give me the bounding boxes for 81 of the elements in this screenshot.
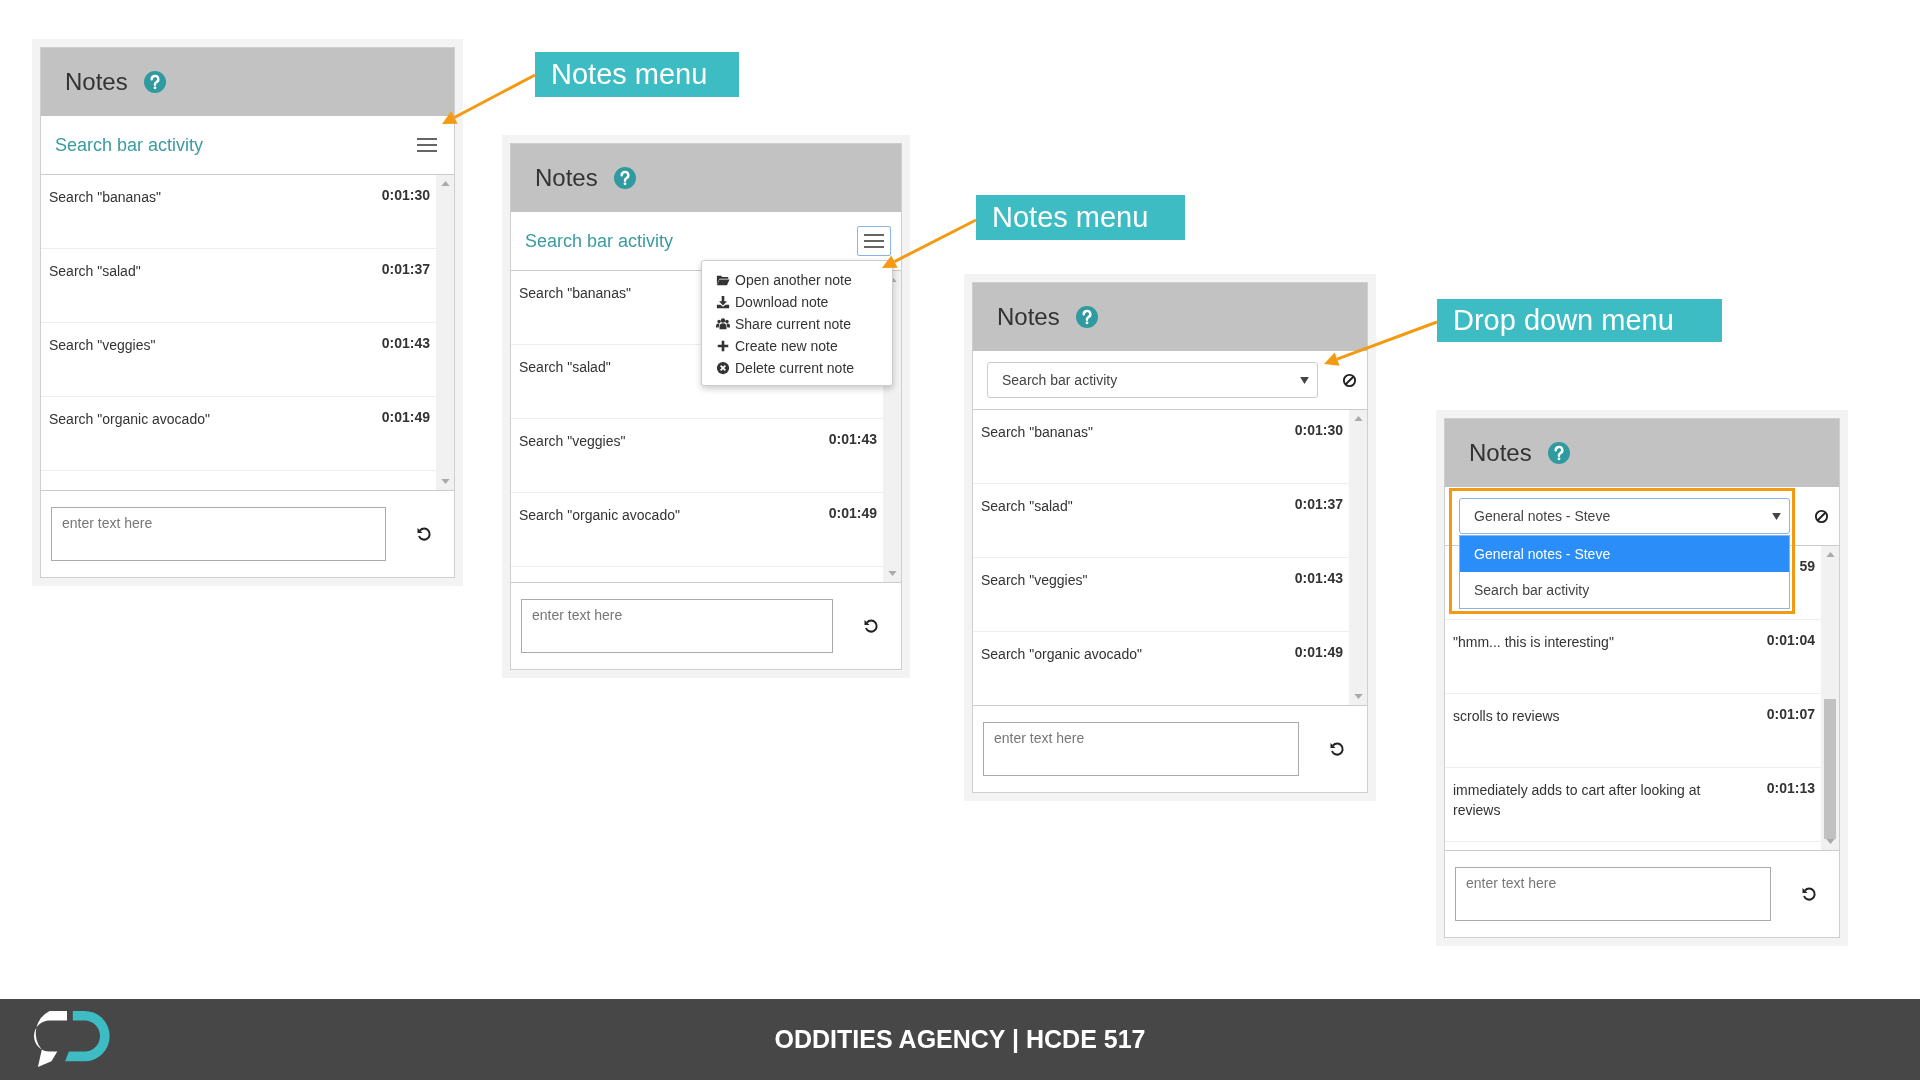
callout-label: Notes menu xyxy=(976,195,1185,240)
note-text: "hmm... this is interesting" xyxy=(1453,633,1614,652)
scrollbar[interactable] xyxy=(436,175,454,490)
timestamp: 59 xyxy=(1799,558,1815,574)
note-text: Search "organic avocado" xyxy=(519,506,680,525)
timestamp: 0:01:37 xyxy=(1294,496,1343,512)
note-text: Search "veggies" xyxy=(519,432,626,451)
help-icon[interactable] xyxy=(613,167,636,189)
note-input[interactable]: enter text here xyxy=(1455,867,1771,921)
help-icon[interactable] xyxy=(1547,442,1570,464)
menu-button[interactable] xyxy=(857,226,891,256)
menu-item[interactable]: Share current note xyxy=(716,313,892,335)
note-title: Search bar activity xyxy=(55,134,205,156)
timestamp: 0:01:30 xyxy=(381,187,430,203)
download-icon xyxy=(716,295,730,309)
menu-icon xyxy=(864,234,884,248)
clear-icon[interactable] xyxy=(1814,508,1829,524)
note-text: Search "veggies" xyxy=(981,571,1088,590)
note-text: Search "salad" xyxy=(49,262,141,281)
refresh-icon[interactable] xyxy=(1329,741,1345,757)
timestamp: 0:01:43 xyxy=(1294,570,1343,586)
note-text: immediately adds to cart after looking at reviews xyxy=(1453,781,1702,821)
note-text: Search "salad" xyxy=(519,358,611,377)
note-text: Search "organic avocado" xyxy=(49,410,210,429)
scrollbar[interactable] xyxy=(1349,410,1367,705)
timestamp: 0:01:49 xyxy=(381,409,430,425)
panel-title: Notes xyxy=(1469,439,1532,467)
timestamp: 0:01:13 xyxy=(1766,780,1815,796)
x-circle-icon xyxy=(716,361,730,375)
note-text: Search "bananas" xyxy=(519,284,631,303)
caret-icon xyxy=(1300,376,1309,384)
footer-title: ODDITIES AGENCY | HCDE 517 xyxy=(774,1025,1146,1054)
dropdown-option[interactable]: Search bar activity xyxy=(1460,572,1789,608)
timestamp: 0:01:04 xyxy=(1766,632,1815,648)
menu-item[interactable]: Download note xyxy=(716,291,892,313)
note-text: scrolls to reviews xyxy=(1453,707,1560,726)
panel-title: Notes xyxy=(997,303,1060,331)
menu-item[interactable]: Open another note xyxy=(716,269,892,291)
note-input[interactable]: enter text here xyxy=(521,599,833,653)
help-icon[interactable] xyxy=(143,71,166,93)
scroll-up-icon xyxy=(1825,552,1835,557)
timestamp: 0:01:43 xyxy=(381,335,430,351)
menu-icon xyxy=(417,138,437,152)
scroll-up-icon xyxy=(440,181,450,186)
callout-label: Notes menu xyxy=(535,52,739,97)
note-text: Search "bananas" xyxy=(49,188,161,207)
timestamp: 0:01:07 xyxy=(1766,706,1815,722)
menu-item[interactable]: Delete current note xyxy=(716,357,892,379)
note-title: Search bar activity xyxy=(525,230,675,252)
note-text: Search "veggies" xyxy=(49,336,156,355)
refresh-icon[interactable] xyxy=(863,618,879,634)
timestamp: 0:01:43 xyxy=(828,431,877,447)
scroll-thumb[interactable] xyxy=(1824,699,1836,839)
refresh-icon[interactable] xyxy=(1801,886,1817,902)
callout-label: Drop down menu xyxy=(1437,299,1722,342)
menu-item[interactable]: Create new note xyxy=(716,335,892,357)
timestamp: 0:01:37 xyxy=(381,261,430,277)
users-icon xyxy=(716,317,730,331)
scroll-down-icon xyxy=(440,479,450,484)
note-text: Search "bananas" xyxy=(981,423,1093,442)
timestamp: 0:01:49 xyxy=(828,505,877,521)
scroll-down-icon xyxy=(1353,694,1363,699)
plus-icon xyxy=(716,339,730,353)
note-text: Search "organic avocado" xyxy=(981,645,1142,664)
note-select[interactable]: General notes - Steve xyxy=(1459,498,1790,534)
panel-title: Notes xyxy=(65,68,128,96)
scroll-up-icon xyxy=(1353,416,1363,421)
note-input[interactable]: enter text here xyxy=(51,507,386,561)
note-input[interactable]: enter text here xyxy=(983,722,1299,776)
panel-title: Notes xyxy=(535,164,598,192)
timestamp: 0:01:30 xyxy=(1294,422,1343,438)
folder-icon xyxy=(716,273,730,287)
scroll-down-icon xyxy=(887,571,897,576)
note-select[interactable]: Search bar activity xyxy=(987,362,1318,398)
timestamp: 0:01:49 xyxy=(1294,644,1343,660)
help-icon[interactable] xyxy=(1075,306,1098,328)
caret-icon xyxy=(1772,512,1781,520)
note-text: Search "salad" xyxy=(981,497,1073,516)
scrollbar[interactable] xyxy=(1821,546,1839,850)
refresh-icon[interactable] xyxy=(416,526,432,542)
clear-icon[interactable] xyxy=(1342,372,1357,388)
